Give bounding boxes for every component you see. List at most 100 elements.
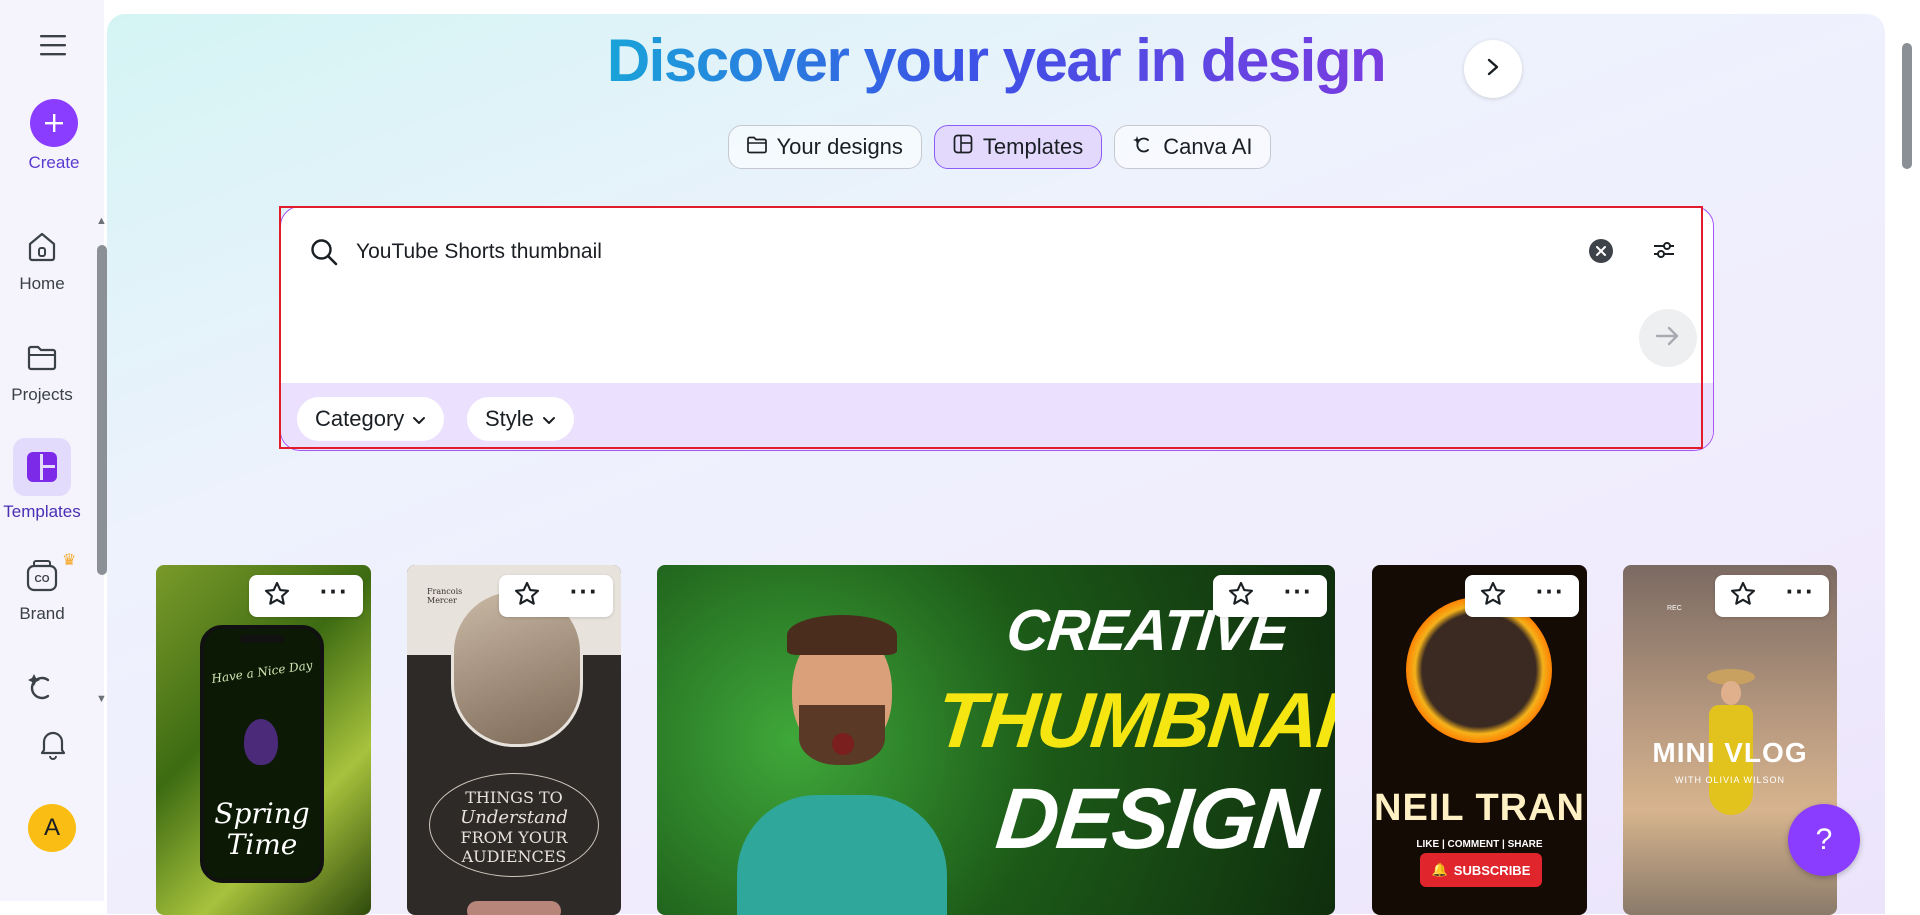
sidebar-item-home[interactable]: Home xyxy=(0,226,84,294)
card-text: THUMBNAIL xyxy=(932,676,1335,764)
template-card[interactable]: Francois Mercer THINGS TO Understand FRO… xyxy=(407,565,621,915)
projects-label: Projects xyxy=(11,385,73,404)
star-icon[interactable] xyxy=(513,580,541,613)
card-text: Spring Time xyxy=(214,797,310,861)
tab-templates[interactable]: Templates xyxy=(933,125,1103,169)
create-button[interactable]: Create xyxy=(13,99,95,173)
home-label: Home xyxy=(19,274,65,293)
star-icon[interactable] xyxy=(1479,580,1507,613)
chevron-right-icon xyxy=(1485,58,1501,81)
svg-text:CO: CO xyxy=(35,574,50,585)
tab-your-designs[interactable]: Your designs xyxy=(727,125,922,169)
card-text: MINI VLOG xyxy=(1652,737,1808,768)
bell-icon[interactable] xyxy=(38,728,68,760)
tab-label: Your designs xyxy=(776,134,903,159)
avatar[interactable]: A xyxy=(28,804,76,852)
card-actions: ··· xyxy=(1715,575,1829,617)
style-label: Style xyxy=(485,406,534,431)
canva-ai-icon[interactable] xyxy=(26,672,56,702)
card-text-frame: THINGS TO Understand FROM YOUR AUDIENCES xyxy=(429,773,599,877)
search-icon xyxy=(309,237,339,272)
menu-icon[interactable] xyxy=(40,34,66,56)
card-actions: ··· xyxy=(249,575,363,617)
card-photo xyxy=(1701,669,1761,869)
sidebar-item-brand[interactable]: CO ♛ Brand xyxy=(0,552,84,624)
card-text: NEIL TRAN xyxy=(1374,787,1585,829)
star-icon[interactable] xyxy=(1227,580,1255,613)
card-text: REC xyxy=(1667,605,1682,612)
category-dropdown[interactable]: Category xyxy=(297,397,445,441)
page-title: Discover your year in design xyxy=(606,27,1387,94)
home-icon xyxy=(22,226,62,266)
hero-next-button[interactable] xyxy=(1464,40,1522,98)
filter-chips-bar: Category Style xyxy=(281,383,1713,450)
filter-sliders-icon xyxy=(1651,242,1677,267)
card-text: AUDIENCES xyxy=(461,847,567,866)
star-icon[interactable] xyxy=(1729,580,1757,613)
card-text: Have a Nice Day xyxy=(210,657,314,687)
help-button[interactable]: ? xyxy=(1788,804,1860,876)
tab-canva-ai[interactable]: Canva AI xyxy=(1114,125,1272,169)
card-actions: ··· xyxy=(1465,575,1579,617)
star-icon[interactable] xyxy=(263,580,291,613)
crown-icon: ♛ xyxy=(62,552,77,569)
person-illustration xyxy=(737,605,947,915)
style-dropdown[interactable]: Style xyxy=(467,397,574,441)
templates-label: Templates xyxy=(3,502,81,521)
template-card[interactable]: Have a Nice Day Spring Time ··· xyxy=(156,565,371,915)
card-actions: ··· xyxy=(499,575,613,617)
sidebar-item-projects[interactable]: Projects xyxy=(0,337,84,405)
tab-label: Templates xyxy=(982,134,1084,159)
page-scrollbar[interactable] xyxy=(1900,40,1914,900)
scroll-up-arrow-icon[interactable]: ▲ xyxy=(96,215,107,227)
chevron-down-icon xyxy=(542,406,556,432)
brand-label: Brand xyxy=(19,604,65,623)
search-submit-button[interactable] xyxy=(1639,309,1697,367)
category-label: Category xyxy=(315,406,405,431)
card-text: DESIGN xyxy=(992,771,1320,867)
canva-ai-icon xyxy=(1133,134,1153,160)
left-rail: Create Home Projects Templates CO ♛ Bran… xyxy=(0,0,104,901)
card-text: Understand xyxy=(460,807,568,828)
card-actions: ··· xyxy=(1213,575,1327,617)
brand-icon: CO xyxy=(22,556,62,596)
template-card[interactable]: NEIL TRAN LIKE | COMMENT | SHARE 🔔 SUBSC… xyxy=(1372,565,1587,915)
plus-icon xyxy=(30,99,78,147)
card-text: THINGS TO xyxy=(465,788,563,807)
card-text: Francois Mercer xyxy=(427,587,463,605)
folder-icon xyxy=(22,337,62,377)
more-options-icon[interactable]: ··· xyxy=(1284,578,1313,604)
scroll-down-arrow-icon[interactable]: ▼ xyxy=(96,693,107,705)
sidebar-scroll-thumb[interactable] xyxy=(97,245,107,575)
sidebar-item-templates[interactable]: Templates xyxy=(0,438,84,522)
page-scroll-thumb[interactable] xyxy=(1902,43,1912,169)
flower-shape xyxy=(244,719,278,765)
template-icon xyxy=(13,438,71,496)
card-text: WITH OLIVIA WILSON xyxy=(1674,775,1785,785)
more-options-icon[interactable]: ··· xyxy=(320,578,349,604)
more-options-icon[interactable]: ··· xyxy=(1786,578,1815,604)
folder-icon xyxy=(746,134,767,160)
search-panel: Category Style xyxy=(280,206,1714,451)
search-input[interactable] xyxy=(354,233,1558,271)
subscribe-badge: 🔔 SUBSCRIBE xyxy=(1420,853,1542,887)
create-label: Create xyxy=(28,153,80,172)
card-text: LIKE | COMMENT | SHARE xyxy=(1416,839,1543,850)
more-options-icon[interactable]: ··· xyxy=(1536,578,1565,604)
bell-icon: 🔔 xyxy=(1431,862,1448,877)
filter-button[interactable] xyxy=(1651,237,1677,268)
arrow-right-icon xyxy=(1655,325,1681,352)
template-card[interactable]: CREATIVE THUMBNAIL DESIGN ··· xyxy=(657,565,1335,915)
chevron-down-icon xyxy=(412,406,426,432)
card-text: FROM YOUR xyxy=(460,828,568,847)
template-icon xyxy=(953,134,973,160)
tab-label: Canva AI xyxy=(1163,134,1253,159)
card-thumbnail: Have a Nice Day Spring Time xyxy=(200,625,324,883)
tab-bar: Your designs Templates Canva AI xyxy=(107,125,1885,169)
help-label: ? xyxy=(1815,823,1833,856)
clear-search-button[interactable] xyxy=(1589,239,1613,263)
more-options-icon[interactable]: ··· xyxy=(570,578,599,604)
card-photo xyxy=(1406,597,1552,743)
close-icon xyxy=(1596,244,1606,259)
hero-section: Discover your year in design Your design… xyxy=(107,14,1885,915)
